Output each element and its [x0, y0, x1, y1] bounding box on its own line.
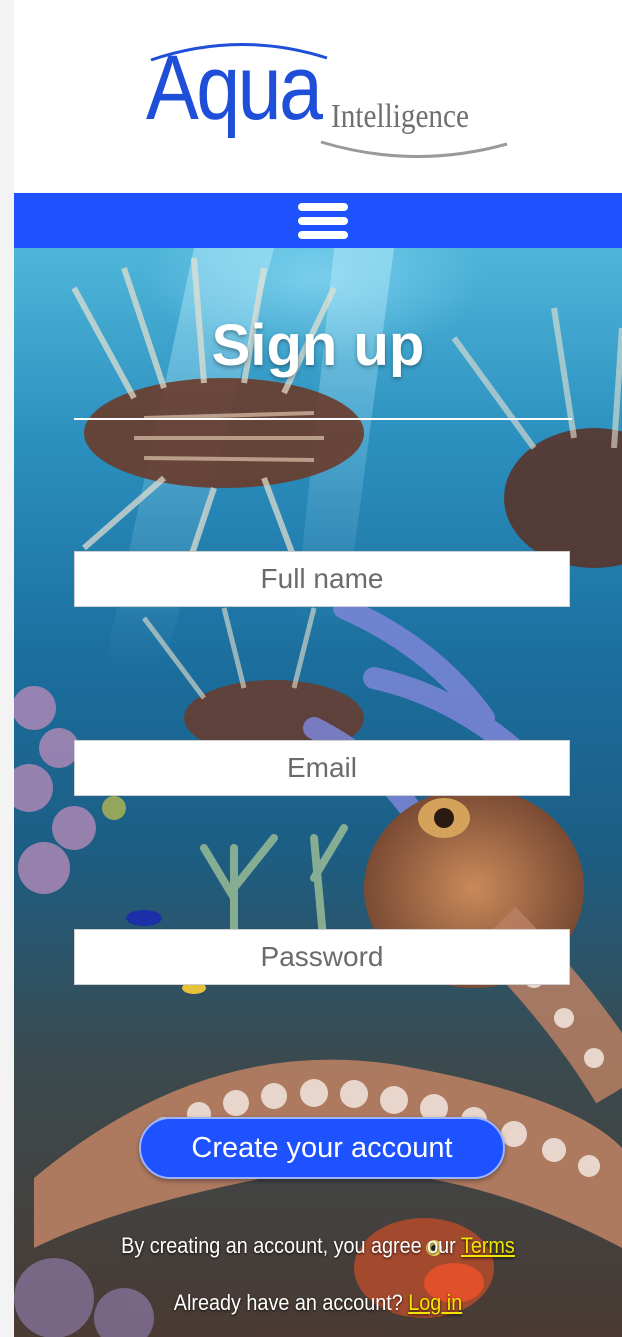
hamburger-line — [298, 231, 348, 239]
login-prompt: Already have an account? Log in — [44, 1290, 591, 1316]
create-account-button[interactable]: Create your account — [139, 1117, 505, 1179]
login-prompt-text: Already have an account? — [173, 1290, 409, 1315]
nav-bar — [14, 193, 622, 248]
signup-page: Aqua Intelligence Sign up Full name Emai… — [14, 0, 622, 1337]
page-title: Sign up — [211, 313, 425, 378]
hamburger-menu-icon[interactable] — [298, 201, 348, 241]
brand-logo[interactable]: Aqua Intelligence — [134, 20, 514, 180]
logo-sub-text: Intelligence — [331, 98, 470, 135]
hamburger-line — [298, 203, 348, 211]
email-input[interactable] — [74, 740, 570, 796]
login-link[interactable]: Log in — [408, 1290, 462, 1315]
terms-notice-text: By creating an account, you agree our — [121, 1233, 461, 1258]
logo-arc-bottom — [320, 140, 508, 158]
header: Aqua Intelligence — [14, 0, 622, 193]
terms-notice: By creating an account, you agree our Te… — [44, 1233, 591, 1259]
full-name-input[interactable] — [74, 551, 570, 607]
terms-link[interactable]: Terms — [461, 1233, 515, 1258]
title-divider — [74, 418, 572, 420]
logo-main-text: Aqua — [146, 37, 323, 139]
hamburger-line — [298, 217, 348, 225]
password-input[interactable] — [74, 929, 570, 985]
